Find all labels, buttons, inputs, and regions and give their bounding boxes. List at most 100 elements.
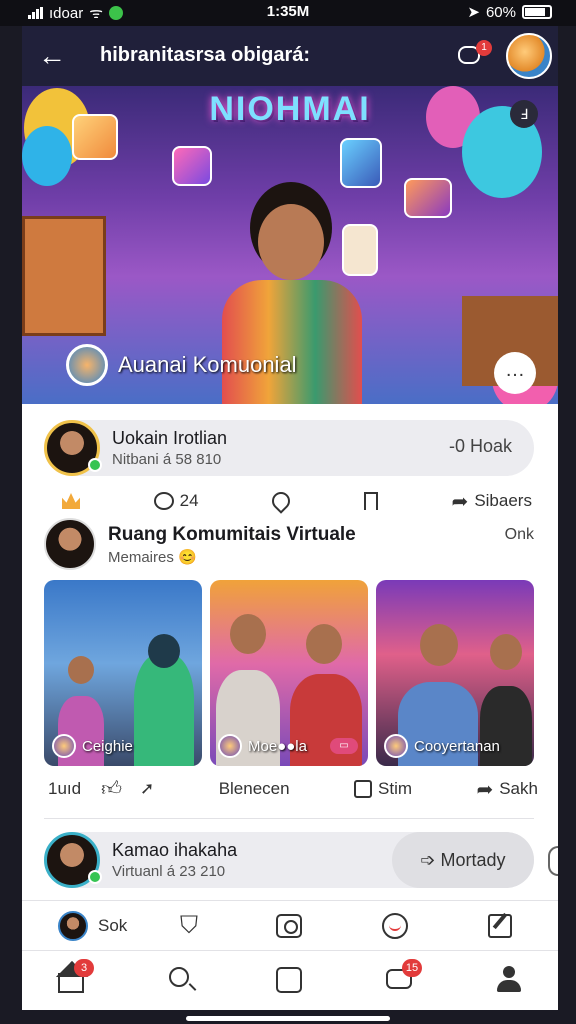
shortcut-reaction[interactable]: [382, 911, 408, 941]
person-head: [490, 634, 522, 670]
views-text: 1uıd: [48, 779, 82, 798]
person-head: [420, 624, 458, 666]
tab-activity[interactable]: [272, 963, 306, 997]
crown-button[interactable]: [62, 493, 80, 509]
shortcut-bar: Sok ⛉: [22, 900, 558, 950]
tab-messages[interactable]: 15: [382, 959, 422, 997]
crown-icon: [62, 493, 80, 509]
notification-badge: 1: [476, 40, 492, 56]
reply-label: Mortady: [440, 850, 506, 870]
community-name: Auanai Komuonial: [118, 352, 297, 377]
feed: Uokain Irotlian Nitbani á 58 810 -0 Hoak…: [22, 404, 558, 900]
floating-card: [340, 138, 382, 188]
photo-label-text: Cooyertanan: [414, 737, 500, 755]
bottom-tab-bar: 3 15: [22, 950, 558, 1010]
bookmark-icon: [354, 780, 373, 798]
post-actions-row: 24 ➦ Sibaers: [62, 488, 532, 514]
hero-banner[interactable]: NIOHMAI Ⅎ Auanai Komuonial …: [22, 86, 558, 404]
more-options-button[interactable]: …: [494, 352, 536, 394]
hero-community-handle[interactable]: Auanai Komuonial: [66, 344, 297, 386]
photo-label-text: Ceighie: [82, 737, 133, 755]
person-head: [148, 634, 180, 668]
post-photo[interactable]: Cooyertanan: [376, 580, 534, 766]
house-decoration: [22, 216, 106, 336]
post-subtitle: Memaires 😊: [108, 548, 197, 566]
person-figure: [134, 654, 194, 766]
comment-card[interactable]: Kamao ihakaha Virtuanl á 23 210 ➩ Mortad…: [44, 832, 534, 888]
comment-meta: Virtuanl á 23 210: [112, 863, 226, 880]
arrow-left-icon: ←: [38, 40, 66, 71]
person-head: [68, 656, 94, 684]
location-button[interactable]: [268, 488, 294, 514]
post-actions-row-2: 1uıd 👍︎ ➚ Blenecen Stim ➦ Sakh: [48, 776, 538, 802]
status-right: ➤ 60%: [467, 3, 552, 21]
page-title: hibranitasrsa obigará:: [100, 44, 311, 66]
compose-icon: [488, 914, 512, 938]
notifications-button[interactable]: 1: [454, 40, 492, 72]
comment-icon: [153, 492, 174, 510]
reply-icon: ➩: [420, 850, 436, 870]
home-badge: 3: [74, 959, 94, 977]
save-label: Stim: [378, 779, 413, 798]
pin-icon: ⛉: [180, 912, 198, 939]
photo-chip: ▭: [330, 738, 358, 754]
avatar: [58, 911, 88, 941]
shortcut-pin[interactable]: ⛉: [180, 911, 198, 941]
save-button[interactable]: Stim: [354, 779, 412, 799]
views-label: 1uıd 👍︎ ➚: [48, 777, 154, 801]
location-icon: ➤: [467, 4, 480, 21]
mini-avatar: [218, 734, 242, 758]
thumbs-up-icon[interactable]: 👍︎: [101, 777, 122, 801]
like-count-button[interactable]: -0 Hoak: [449, 436, 512, 457]
share-icon: ➦: [451, 490, 469, 513]
app-header: ← hibranitasrsa obigará: 1: [22, 26, 558, 86]
post-photo[interactable]: Moe●●la ▭: [210, 580, 368, 766]
activity-icon: [276, 967, 302, 993]
smile-icon: [382, 913, 408, 939]
shortcut-compose[interactable]: [488, 911, 512, 941]
post-photo[interactable]: Ceighie: [44, 580, 202, 766]
tab-home[interactable]: 3: [54, 959, 94, 997]
balloon-decoration: [22, 126, 72, 186]
share-button[interactable]: ➦ Sakh: [476, 777, 538, 802]
battery-icon: [522, 5, 552, 19]
mini-avatar: [384, 734, 408, 758]
presenter-head: [258, 204, 324, 280]
share-icon: ➦: [476, 778, 494, 801]
camera-icon: [276, 914, 302, 938]
mini-avatar: [52, 734, 76, 758]
back-button[interactable]: ←: [38, 38, 74, 74]
pin-icon: [268, 488, 294, 514]
emoji-icon: 😊: [178, 549, 197, 566]
comment-author: Uokain Irotlian: [112, 428, 228, 448]
bookmark-icon: [363, 492, 378, 510]
scroll-handle-icon[interactable]: [548, 846, 558, 876]
share-label: Sibaers: [474, 491, 532, 510]
home-indicator[interactable]: [186, 1016, 390, 1021]
tab-search[interactable]: [164, 963, 198, 997]
comments-button[interactable]: 24: [153, 491, 199, 511]
search-icon: [169, 967, 189, 987]
share-label: Sakh: [499, 779, 538, 798]
user-icon: [503, 966, 515, 978]
shortcut-profile[interactable]: Sok: [58, 911, 127, 941]
photo-label-text: Moe●●la: [248, 737, 307, 755]
tab-profile[interactable]: [492, 963, 526, 997]
person-head: [230, 614, 266, 654]
online-indicator: [88, 458, 102, 472]
info-icon[interactable]: Ⅎ: [510, 100, 538, 128]
post-header: Ruang Komumitais Virtuale Memaires 😊 Onk: [44, 518, 534, 574]
arrow-right-icon[interactable]: ➚: [140, 779, 154, 799]
share-button[interactable]: ➦ Sibaers: [452, 489, 532, 514]
reactions-button[interactable]: Blenecen: [219, 779, 290, 799]
profile-avatar[interactable]: [506, 33, 552, 79]
bookmark-button[interactable]: [363, 492, 378, 510]
comment-card[interactable]: Uokain Irotlian Nitbani á 58 810 -0 Hoak: [44, 420, 534, 476]
post-subtitle-text: Memaires: [108, 549, 174, 566]
person-head: [306, 624, 342, 664]
messages-badge: 15: [402, 959, 422, 977]
shortcut-camera[interactable]: [276, 911, 302, 941]
avatar[interactable]: [44, 518, 96, 570]
comment-author: Kamao ihakaha: [112, 840, 238, 860]
reply-button[interactable]: ➩ Mortady: [392, 832, 534, 888]
